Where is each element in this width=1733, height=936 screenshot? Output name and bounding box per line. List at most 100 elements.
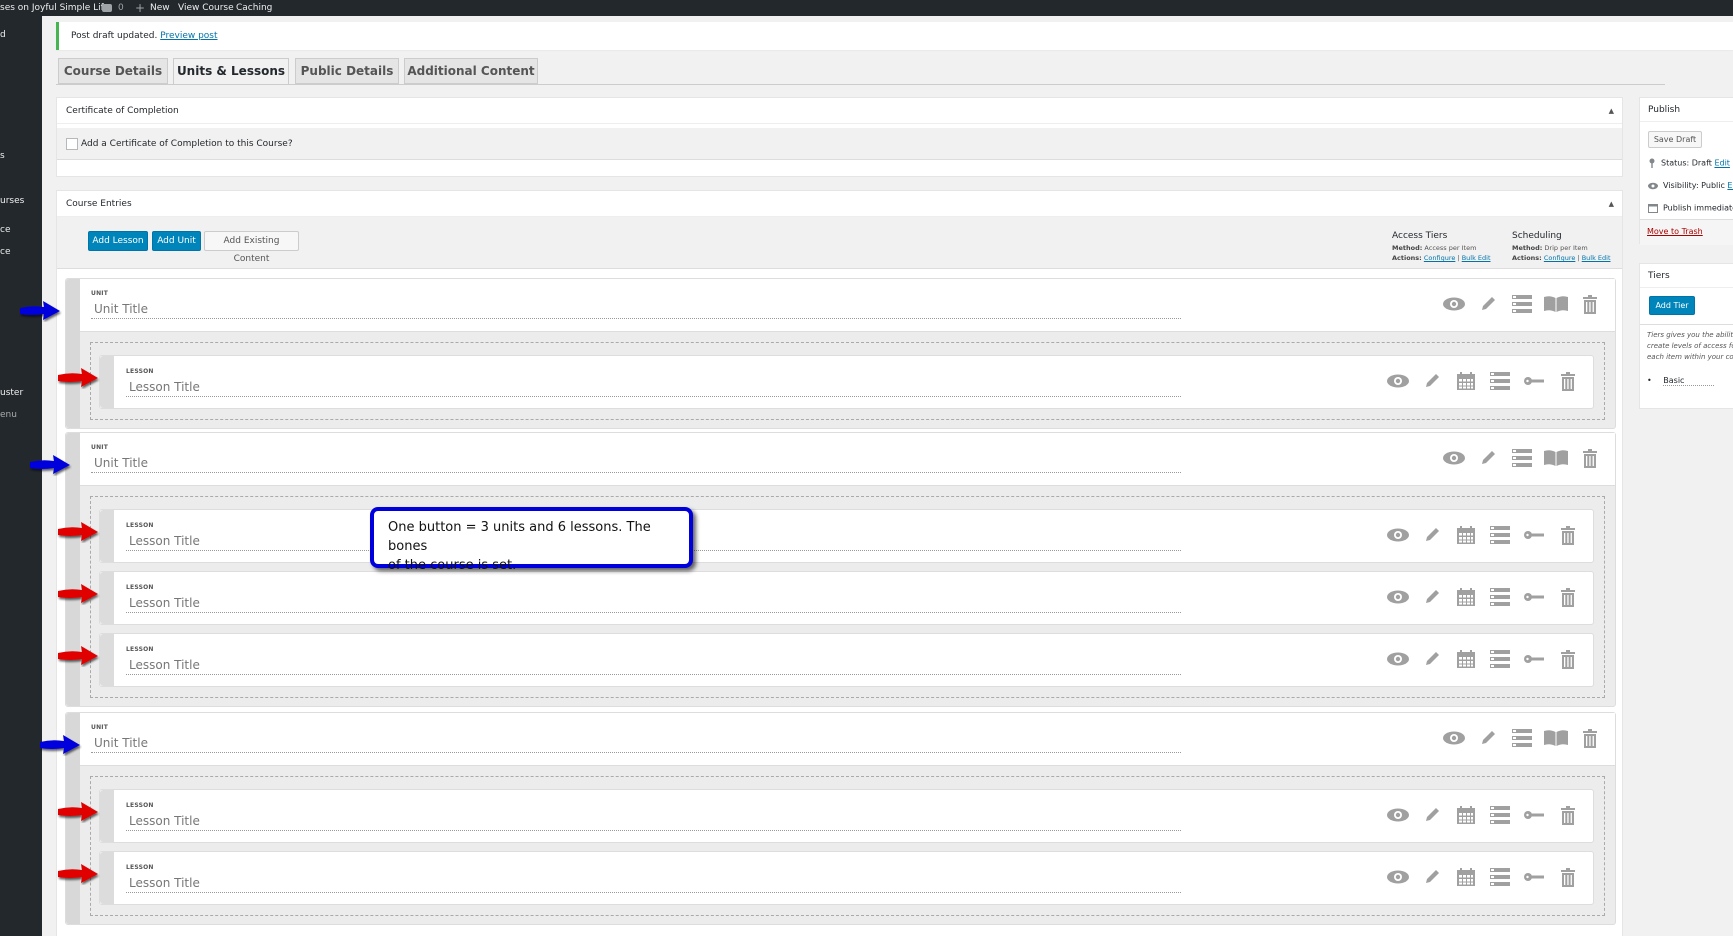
pencil-icon[interactable] — [1415, 370, 1449, 392]
eye-icon[interactable] — [1437, 447, 1471, 469]
trash-icon[interactable] — [1551, 586, 1585, 608]
pencil-icon[interactable] — [1471, 447, 1505, 469]
numbered-list-icon[interactable] — [1483, 586, 1517, 608]
numbered-list-icon[interactable] — [1483, 866, 1517, 888]
book-icon[interactable] — [1539, 727, 1573, 749]
tab-public-details[interactable]: Public Details — [295, 58, 399, 84]
sidebar-item[interactable]: ce — [0, 247, 11, 257]
key-icon[interactable] — [1517, 648, 1551, 670]
numbered-list-icon[interactable] — [1483, 524, 1517, 546]
key-icon[interactable] — [1517, 586, 1551, 608]
access-bulk-edit-link[interactable]: Bulk Edit — [1462, 254, 1491, 262]
trash-icon[interactable] — [1551, 524, 1585, 546]
trash-icon[interactable] — [1573, 447, 1607, 469]
pencil-icon[interactable] — [1415, 524, 1449, 546]
lesson-drag-handle[interactable] — [100, 510, 114, 562]
sidebar-item[interactable]: uster — [0, 388, 23, 398]
certificate-checkbox-label[interactable]: Add a Certificate of Completion to this … — [81, 139, 293, 149]
trash-icon[interactable] — [1573, 727, 1607, 749]
numbered-list-icon[interactable] — [1505, 293, 1539, 315]
site-name-link[interactable]: ses on Joyful Simple Life — [0, 0, 109, 16]
unit-drag-handle[interactable] — [66, 279, 80, 428]
lesson-drag-handle[interactable] — [100, 852, 114, 904]
key-icon[interactable] — [1517, 804, 1551, 826]
preview-post-link[interactable]: Preview post — [160, 31, 217, 41]
lesson-title-input[interactable]: Lesson Title — [126, 595, 1181, 613]
tier-list-item[interactable]: • Basic — [1647, 376, 1715, 386]
lesson-title-input[interactable]: Lesson Title — [126, 379, 1181, 397]
book-icon[interactable] — [1539, 447, 1573, 469]
eye-icon[interactable] — [1381, 804, 1415, 826]
unit-title-input[interactable]: Unit Title — [91, 301, 1181, 319]
eye-icon[interactable] — [1381, 524, 1415, 546]
calendar-icon[interactable] — [1449, 804, 1483, 826]
tab-additional-content[interactable]: Additional Content — [404, 58, 538, 84]
key-icon[interactable] — [1517, 370, 1551, 392]
lesson-title-input[interactable]: Lesson Title — [126, 657, 1181, 675]
status-edit-link[interactable]: Edit — [1714, 159, 1730, 168]
visibility-edit-link[interactable]: Edit — [1727, 181, 1733, 190]
key-icon[interactable] — [1517, 866, 1551, 888]
scheduling-bulk-edit-link[interactable]: Bulk Edit — [1582, 254, 1611, 262]
book-icon[interactable] — [1539, 293, 1573, 315]
pencil-icon[interactable] — [1415, 586, 1449, 608]
comments-count[interactable]: 0 — [118, 0, 124, 16]
add-tier-button[interactable]: Add Tier — [1649, 296, 1695, 315]
course-entries-header[interactable]: Course Entries ▲ — [57, 191, 1622, 217]
numbered-list-icon[interactable] — [1505, 447, 1539, 469]
new-link[interactable]: New — [150, 0, 170, 16]
unit-title-input[interactable]: Unit Title — [91, 735, 1181, 753]
sidebar-item[interactable]: d — [0, 30, 6, 40]
comment-icon[interactable] — [102, 4, 112, 12]
unit-title-input[interactable]: Unit Title — [91, 455, 1181, 473]
calendar-icon[interactable] — [1449, 648, 1483, 670]
sidebar-item[interactable]: ce — [0, 225, 11, 235]
eye-icon[interactable] — [1381, 586, 1415, 608]
move-to-trash-link[interactable]: Move to Trash — [1647, 227, 1703, 236]
certificate-header[interactable]: Certificate of Completion ▲ — [57, 98, 1622, 124]
lesson-title-input[interactable]: Lesson Title — [126, 875, 1181, 893]
lesson-drag-handle[interactable] — [100, 634, 114, 686]
numbered-list-icon[interactable] — [1483, 370, 1517, 392]
sidebar-collapse-menu[interactable]: enu — [0, 410, 17, 420]
pencil-icon[interactable] — [1415, 648, 1449, 670]
tab-units-lessons[interactable]: Units & Lessons — [173, 58, 289, 85]
lesson-drag-handle[interactable] — [100, 790, 114, 842]
numbered-list-icon[interactable] — [1505, 727, 1539, 749]
sidebar-item[interactable]: urses — [0, 196, 24, 206]
collapse-toggle-icon[interactable]: ▲ — [1609, 98, 1614, 124]
eye-icon[interactable] — [1381, 370, 1415, 392]
lesson-drag-handle[interactable] — [100, 572, 114, 624]
calendar-icon[interactable] — [1449, 524, 1483, 546]
calendar-icon[interactable] — [1449, 370, 1483, 392]
trash-icon[interactable] — [1551, 866, 1585, 888]
pencil-icon[interactable] — [1415, 866, 1449, 888]
lesson-title-input[interactable]: Lesson Title — [126, 813, 1181, 831]
certificate-checkbox[interactable] — [66, 138, 78, 150]
numbered-list-icon[interactable] — [1483, 648, 1517, 670]
collapse-toggle-icon[interactable]: ▲ — [1609, 191, 1614, 217]
add-lesson-button[interactable]: Add Lesson — [88, 231, 148, 251]
view-course-link[interactable]: View Course — [178, 0, 234, 16]
lesson-drag-handle[interactable] — [100, 356, 114, 408]
access-configure-link[interactable]: Configure — [1424, 254, 1456, 262]
add-unit-button[interactable]: Add Unit — [152, 231, 201, 251]
caching-link[interactable]: Caching — [236, 0, 272, 16]
eye-icon[interactable] — [1437, 293, 1471, 315]
calendar-icon[interactable] — [1449, 586, 1483, 608]
numbered-list-icon[interactable] — [1483, 804, 1517, 826]
sidebar-item[interactable]: s — [0, 151, 5, 161]
tier-name[interactable]: Basic — [1663, 376, 1715, 386]
pencil-icon[interactable] — [1471, 293, 1505, 315]
pencil-icon[interactable] — [1415, 804, 1449, 826]
trash-icon[interactable] — [1573, 293, 1607, 315]
eye-icon[interactable] — [1381, 648, 1415, 670]
scheduling-configure-link[interactable]: Configure — [1544, 254, 1576, 262]
eye-icon[interactable] — [1381, 866, 1415, 888]
trash-icon[interactable] — [1551, 804, 1585, 826]
key-icon[interactable] — [1517, 524, 1551, 546]
add-existing-content-button[interactable]: Add Existing Content — [204, 231, 299, 264]
pencil-icon[interactable] — [1471, 727, 1505, 749]
trash-icon[interactable] — [1551, 648, 1585, 670]
eye-icon[interactable] — [1437, 727, 1471, 749]
